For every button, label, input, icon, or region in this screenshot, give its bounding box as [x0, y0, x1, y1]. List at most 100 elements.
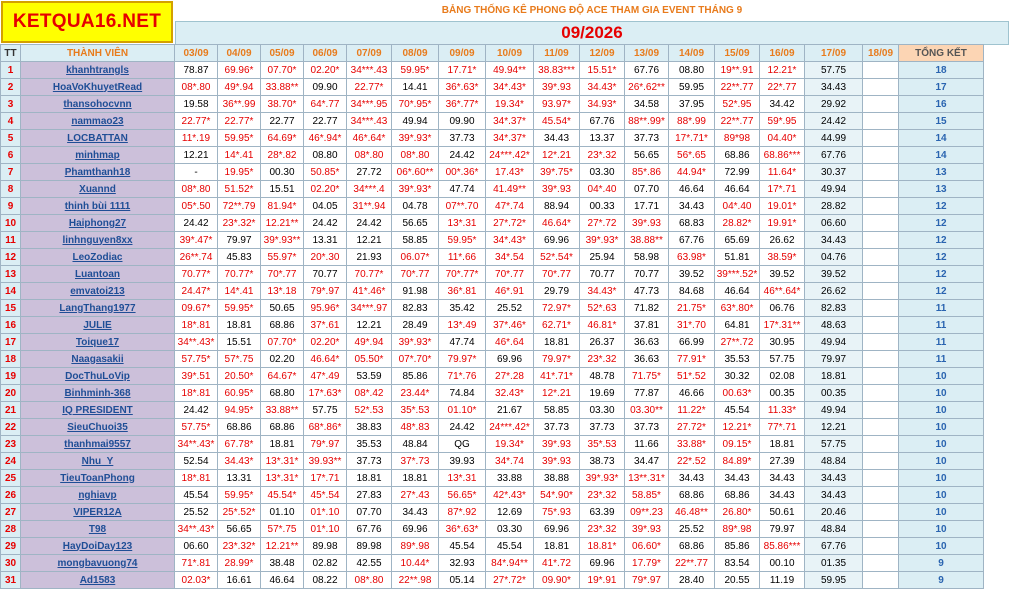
score-cell: 13*.31 — [438, 214, 486, 232]
score-cell: 00.35 — [804, 384, 863, 402]
score-cell: 36*.81 — [438, 282, 486, 300]
member-name-link[interactable]: Nhu_Y — [20, 452, 175, 470]
score-cell: 39*.93** — [260, 231, 304, 249]
member-name-link[interactable]: mongbavuong74 — [20, 554, 175, 572]
table-row: 3 thansohocvnn 19.58 36**.99 38.70* 64*.77 34*… — [0, 95, 984, 113]
member-name-link[interactable]: khanhtrangls — [20, 61, 175, 79]
header-row: TT THÀNH VIÊN 03/09 04/09 05/09 06/09 07/09 0… — [0, 44, 984, 62]
score-cell: 88.94 — [533, 197, 580, 215]
score-cell: 05.14 — [438, 571, 486, 589]
month-label: 09/2026 — [175, 21, 1009, 45]
column-header-date: 15/09 — [714, 44, 760, 62]
member-name-link[interactable]: Naagasakii — [20, 350, 175, 368]
member-name-link[interactable]: emvatoi213 — [20, 282, 175, 300]
score-cell: 79.97 — [804, 350, 863, 368]
column-header-date: 18/09 — [862, 44, 899, 62]
score-cell: 08.22 — [303, 571, 347, 589]
score-cell: 59.95 — [804, 571, 863, 589]
score-cell: 24***.42* — [485, 146, 534, 164]
score-cell: 02.20* — [303, 61, 347, 79]
column-header-member: THÀNH VIÊN — [20, 44, 175, 62]
score-cell: 19.95* — [217, 163, 261, 181]
score-cell: 82.83 — [804, 299, 863, 317]
member-name-link[interactable]: Luantoan — [20, 265, 175, 283]
score-cell: 27.83 — [346, 486, 392, 504]
score-cell: 07.70* — [260, 333, 304, 351]
score-cell: 19.34* — [485, 435, 534, 453]
score-cell: 11.66 — [624, 435, 669, 453]
table-row: 19 DocThuLoVip 39*.51 20.50* 64.67* 47*.49 53.… — [0, 367, 984, 385]
score-cell: 85.86*** — [759, 537, 805, 555]
score-cell: 17.79* — [624, 554, 669, 572]
member-name-link[interactable]: Binhminh-368 — [20, 384, 175, 402]
score-cell: 37*.61 — [303, 316, 347, 334]
member-name-link[interactable]: HoaVoKhuyetRead — [20, 78, 175, 96]
site-logo[interactable]: KETQUA16.NET — [1, 1, 173, 43]
score-cell: 67.76 — [804, 537, 863, 555]
member-name-link[interactable]: Phamthanh18 — [20, 163, 175, 181]
member-name-link[interactable]: linhnguyen8xx — [20, 231, 175, 249]
member-name-link[interactable]: minhmap — [20, 146, 175, 164]
score-cell: 26.62 — [759, 231, 805, 249]
score-cell: 63.98* — [668, 248, 715, 266]
score-cell: 14*.41 — [217, 282, 261, 300]
member-name-link[interactable]: Xuannd — [20, 180, 175, 198]
member-name-link[interactable]: LeoZodiac — [20, 248, 175, 266]
row-number: 1 — [0, 61, 21, 79]
total-cell: 10 — [898, 520, 984, 538]
member-name-link[interactable]: DocThuLoVip — [20, 367, 175, 385]
score-cell: 48.78 — [579, 367, 625, 385]
score-cell: 36.63 — [624, 333, 669, 351]
score-cell: 02.08 — [759, 367, 805, 385]
score-cell: 31*.70 — [668, 316, 715, 334]
table-row: 15 LangThang1977 09.67* 59.95* 50.65 95.96* 34… — [0, 299, 984, 317]
column-header-date: 16/09 — [759, 44, 805, 62]
score-cell: 34.43 — [804, 469, 863, 487]
member-name-link[interactable]: thansohocvnn — [20, 95, 175, 113]
member-name-link[interactable]: T98 — [20, 520, 175, 538]
score-cell: 47.73 — [624, 282, 669, 300]
score-cell: 37*.73 — [391, 452, 439, 470]
member-name-link[interactable]: SieuChuoi35 — [20, 418, 175, 436]
score-cell: 57.75 — [804, 435, 863, 453]
member-name-link[interactable]: nghiavp — [20, 486, 175, 504]
score-cell: 70*.77 — [260, 265, 304, 283]
member-name-link[interactable]: Toique17 — [20, 333, 175, 351]
score-cell: 22**.98 — [391, 571, 439, 589]
score-cell: 24.42 — [804, 112, 863, 130]
member-name-link[interactable]: thanhmai9557 — [20, 435, 175, 453]
score-cell: 84.68 — [668, 282, 715, 300]
total-cell: 10 — [898, 401, 984, 419]
member-name-link[interactable]: JULIE — [20, 316, 175, 334]
score-cell: 06*.60** — [391, 163, 439, 181]
score-cell: 70*.77 — [485, 265, 534, 283]
score-cell: 38.70* — [260, 95, 304, 113]
score-cell: 13**.31* — [624, 469, 669, 487]
score-cell: 70*.95* — [391, 95, 439, 113]
score-cell: 68*.86* — [303, 418, 347, 436]
score-cell: 39*.93* — [579, 469, 625, 487]
member-name-link[interactable]: IQ PRESIDENT — [20, 401, 175, 419]
score-cell: 68.83 — [668, 214, 715, 232]
score-cell — [862, 418, 899, 436]
member-name-link[interactable]: nammao23 — [20, 112, 175, 130]
member-name-link[interactable]: Ad1583 — [20, 571, 175, 589]
score-cell: 39*.93* — [391, 129, 439, 147]
member-name-link[interactable]: VIPER12A — [20, 503, 175, 521]
column-header-date: 14/09 — [668, 44, 715, 62]
member-name-link[interactable]: Haiphong27 — [20, 214, 175, 232]
score-cell: 45.54 — [174, 486, 218, 504]
member-name-link[interactable]: TieuToanPhong — [20, 469, 175, 487]
member-name-link[interactable]: thinh bùi 1111 — [20, 197, 175, 215]
score-cell: 47*.74 — [485, 197, 534, 215]
score-cell: 34.43 — [804, 486, 863, 504]
member-name-link[interactable]: LOCBATTAN — [20, 129, 175, 147]
score-cell: 03.30 — [485, 520, 534, 538]
score-cell: 46.64 — [714, 282, 760, 300]
score-cell: 27.39 — [759, 452, 805, 470]
member-name-link[interactable]: HayDoiDay123 — [20, 537, 175, 555]
score-cell: 54*.90* — [533, 486, 580, 504]
row-number: 26 — [0, 486, 21, 504]
member-name-link[interactable]: LangThang1977 — [20, 299, 175, 317]
score-cell: 34*.43* — [485, 78, 534, 96]
